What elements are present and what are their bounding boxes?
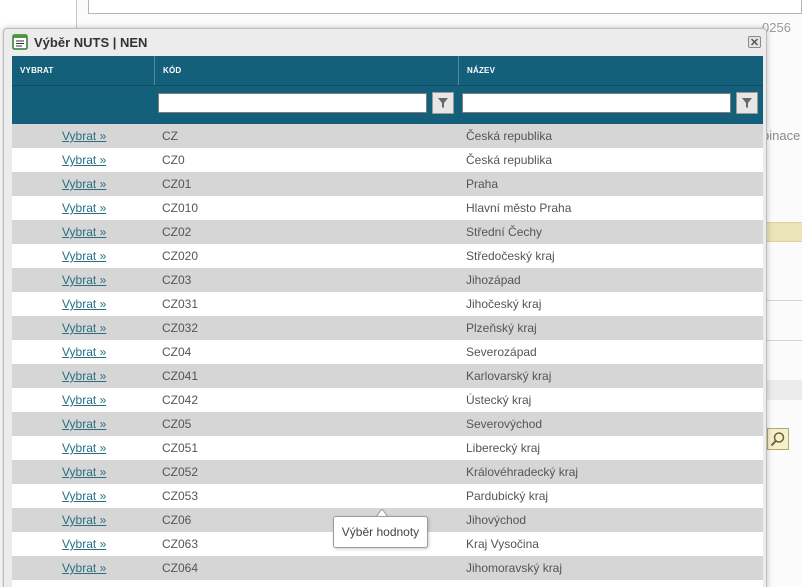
table-row: Vybrat » CZ042 Ústecký kraj	[12, 388, 763, 412]
background-divider	[763, 300, 802, 301]
grid-filter-row	[12, 85, 763, 124]
dialog-titlebar[interactable]: Výběr NUTS | NEN	[4, 29, 766, 56]
tooltip: Výběr hodnoty	[333, 516, 428, 548]
name-cell: Středočeský kraj	[466, 249, 555, 263]
code-cell: CZ064	[162, 561, 199, 575]
nuts-selection-dialog: Výběr NUTS | NEN VYBRAT KÓD NÁZEV Vybrat…	[3, 28, 767, 587]
table-row: Vybrat » CZ053 Pardubický kraj	[12, 484, 763, 508]
name-cell: Královéhradecký kraj	[466, 465, 579, 479]
select-link[interactable]: Vybrat »	[62, 436, 106, 460]
select-link[interactable]: Vybrat »	[62, 268, 106, 292]
select-link[interactable]: Vybrat »	[62, 124, 106, 148]
name-cell: Jihomoravský kraj	[466, 561, 563, 575]
background-panel	[88, 0, 802, 14]
table-row: Vybrat » CZ03 Jihozápad	[12, 268, 763, 292]
code-cell: CZ06	[162, 513, 192, 527]
code-cell: CZ041	[162, 369, 199, 383]
table-row: Vybrat » CZ032 Plzeňský kraj	[12, 316, 763, 340]
code-cell: CZ052	[162, 465, 199, 479]
table-row: Vybrat » CZ Česká republika	[12, 124, 763, 148]
dialog-title: Výběr NUTS | NEN	[34, 35, 148, 50]
name-cell: Jihovýchod	[466, 513, 527, 527]
close-icon[interactable]	[748, 36, 761, 48]
table-row: Vybrat » CZ064 Jihomoravský kraj	[12, 556, 763, 580]
select-link[interactable]: Vybrat »	[62, 460, 106, 484]
select-link[interactable]: Vybrat »	[62, 364, 106, 388]
name-cell: Kraj Vysočina	[466, 537, 539, 551]
select-link[interactable]: Vybrat »	[62, 196, 106, 220]
name-cell: Karlovarský kraj	[466, 369, 552, 383]
nuts-grid: VYBRAT KÓD NÁZEV Vybrat » CZ Česká republi…	[12, 56, 763, 587]
list-window-icon	[12, 34, 28, 50]
code-cell: CZ02	[162, 225, 192, 239]
select-link[interactable]: Vybrat »	[62, 244, 106, 268]
name-cell: Severovýchod	[466, 417, 543, 431]
select-link[interactable]: Vybrat »	[62, 340, 106, 364]
code-cell: CZ031	[162, 297, 199, 311]
name-cell: Pardubický kraj	[466, 489, 549, 503]
name-cell: Liberecký kraj	[466, 441, 541, 455]
code-cell: CZ01	[162, 177, 192, 191]
select-link[interactable]: Vybrat »	[62, 220, 106, 244]
code-cell: CZ063	[162, 537, 199, 551]
filter-icon[interactable]	[736, 92, 758, 114]
code-cell: CZ03	[162, 273, 192, 287]
name-cell: Hlavní město Praha	[466, 201, 572, 215]
name-cell: Jihozápad	[466, 273, 521, 287]
column-header-code[interactable]: KÓD	[154, 56, 458, 85]
table-row: Vybrat » CZ051 Liberecký kraj	[12, 436, 763, 460]
background-text: binace	[762, 128, 801, 143]
select-link[interactable]: Vybrat »	[62, 484, 106, 508]
code-cell: CZ051	[162, 441, 199, 455]
code-cell: CZ032	[162, 321, 199, 335]
table-row: Vybrat » CZ052 Královéhradecký kraj	[12, 460, 763, 484]
code-cell: CZ042	[162, 393, 199, 407]
code-cell: CZ	[162, 129, 178, 143]
table-row: Vybrat » CZ02 Střední Čechy	[12, 220, 763, 244]
background-highlight-band	[763, 222, 802, 242]
table-row: Vybrat » CZ031 Jihočeský kraj	[12, 292, 763, 316]
table-row: Vybrat » CZ05 Severovýchod	[12, 412, 763, 436]
name-filter-input[interactable]	[462, 93, 731, 113]
name-cell: Jihočeský kraj	[466, 297, 542, 311]
background-divider	[763, 340, 802, 341]
name-cell: Severozápad	[466, 345, 537, 359]
code-cell: CZ0	[162, 153, 185, 167]
select-link[interactable]: Vybrat »	[62, 292, 106, 316]
column-header-name[interactable]: NÁZEV	[458, 56, 763, 85]
name-cell: Praha	[466, 177, 499, 191]
name-cell: Česká republika	[466, 129, 553, 143]
table-row: Vybrat » CZ0 Česká republika	[12, 148, 763, 172]
name-cell: Česká republika	[466, 153, 553, 167]
background-gray-band	[763, 380, 802, 400]
select-link[interactable]: Vybrat »	[62, 556, 106, 580]
select-link[interactable]: Vybrat »	[62, 508, 106, 532]
search-icon[interactable]	[767, 428, 789, 450]
filter-icon[interactable]	[432, 92, 454, 114]
select-link[interactable]: Vybrat »	[62, 532, 106, 556]
name-cell: Střední Čechy	[466, 225, 543, 239]
table-row: Vybrat » CZ01 Praha	[12, 172, 763, 196]
code-cell: CZ04	[162, 345, 192, 359]
table-row: Vybrat » CZ04 Severozápad	[12, 340, 763, 364]
code-cell: CZ020	[162, 249, 199, 263]
select-link[interactable]: Vybrat »	[62, 316, 106, 340]
select-link[interactable]: Vybrat »	[62, 412, 106, 436]
table-row: Vybrat » CZ010 Hlavní město Praha	[12, 196, 763, 220]
select-link[interactable]: Vybrat »	[62, 172, 106, 196]
select-link[interactable]: Vybrat »	[62, 148, 106, 172]
name-cell: Plzeňský kraj	[466, 321, 537, 335]
column-header-select[interactable]: VYBRAT	[12, 56, 154, 85]
code-cell: CZ010	[162, 201, 199, 215]
code-filter-input[interactable]	[158, 93, 427, 113]
table-row: Vybrat » CZ041 Karlovarský kraj	[12, 364, 763, 388]
select-link[interactable]: Vybrat »	[62, 388, 106, 412]
grid-header: VYBRAT KÓD NÁZEV	[12, 56, 763, 85]
name-cell: Ústecký kraj	[466, 393, 532, 407]
code-cell: CZ05	[162, 417, 192, 431]
code-cell: CZ053	[162, 489, 199, 503]
table-row: Vybrat » CZ020 Středočeský kraj	[12, 244, 763, 268]
